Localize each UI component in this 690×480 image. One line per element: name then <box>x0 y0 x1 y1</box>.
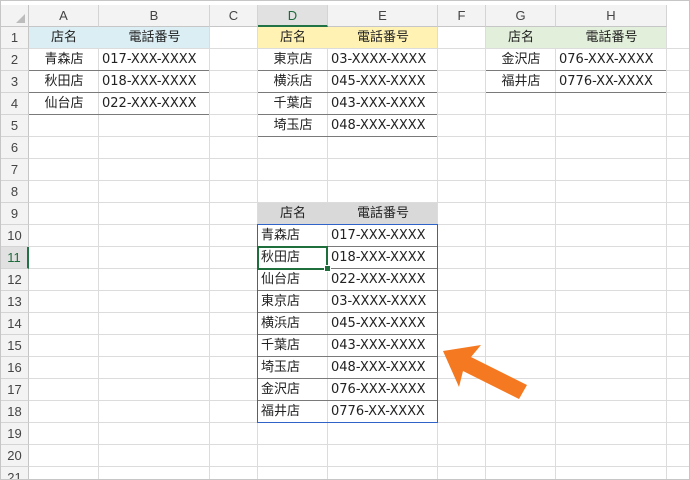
table_merged-header-cell: 電話番号 <box>356 206 409 221</box>
row-header-6[interactable]: 6 <box>1 137 29 159</box>
table_yellow-phone-cell: 03-XXXX-XXXX <box>331 52 427 67</box>
row-header-5[interactable]: 5 <box>1 115 29 137</box>
row-header-14[interactable]: 14 <box>1 313 29 335</box>
gridline <box>29 180 689 181</box>
table_blue-phone-cell: 022-XXX-XXXX <box>102 96 197 111</box>
row-header-1[interactable]: 1 <box>1 27 29 49</box>
row-header-18[interactable]: 18 <box>1 401 29 423</box>
table-rule <box>486 92 666 93</box>
table_yellow-header-cell: 電話番号 <box>356 30 409 45</box>
gridline <box>555 27 556 479</box>
table_yellow-store-cell: 埼玉店 <box>273 118 313 133</box>
gridline <box>29 158 689 159</box>
fill-handle[interactable] <box>324 265 331 272</box>
row-header-12[interactable]: 12 <box>1 269 29 291</box>
gridline <box>29 466 689 467</box>
table_green-header-cell: 電話番号 <box>585 30 638 45</box>
table_yellow-phone-cell: 043-XXX-XXXX <box>331 96 426 111</box>
table_yellow-store-cell: 千葉店 <box>273 96 313 111</box>
table_green-phone-cell: 0776-XX-XXXX <box>559 74 653 89</box>
gridline <box>666 27 667 479</box>
row-header-3[interactable]: 3 <box>1 71 29 93</box>
table_yellow-store-cell: 東京店 <box>273 52 313 67</box>
table-rule <box>258 136 437 137</box>
column-header-d[interactable]: D <box>258 5 328 27</box>
active-cell[interactable] <box>257 246 328 270</box>
column-header-c[interactable]: C <box>210 5 258 27</box>
row-header-11[interactable]: 11 <box>1 247 29 269</box>
table_yellow-header-cell: 店名 <box>279 30 306 45</box>
table_green-store-cell: 金沢店 <box>501 52 541 67</box>
table_blue-header-cell: 店名 <box>50 30 77 45</box>
table_green-header-cell: 店名 <box>507 30 534 45</box>
table_blue-store-cell: 青森店 <box>44 52 84 67</box>
row-header-13[interactable]: 13 <box>1 291 29 313</box>
table_blue-phone-cell: 018-XXX-XXXX <box>102 74 197 89</box>
table_green-store-cell: 福井店 <box>501 74 541 89</box>
row-header-10[interactable]: 10 <box>1 225 29 247</box>
table_green-phone-cell: 076-XXX-XXXX <box>559 52 654 67</box>
row-header-4[interactable]: 4 <box>1 93 29 115</box>
column-header-a[interactable]: A <box>29 5 99 27</box>
column-header-e[interactable]: E <box>328 5 438 27</box>
gridline <box>29 444 689 445</box>
row-header-21[interactable]: 21 <box>1 467 29 479</box>
row-header-9[interactable]: 9 <box>1 203 29 225</box>
table-rule <box>29 114 209 115</box>
select-all-corner[interactable] <box>1 5 29 27</box>
row-header-19[interactable]: 19 <box>1 423 29 445</box>
row-header-8[interactable]: 8 <box>1 181 29 203</box>
table_yellow-phone-cell: 048-XXX-XXXX <box>331 118 426 133</box>
row-header-17[interactable]: 17 <box>1 379 29 401</box>
table_yellow-store-cell: 横浜店 <box>273 74 313 89</box>
table_merged-header-cell: 店名 <box>279 206 306 221</box>
table_blue-phone-cell: 017-XXX-XXXX <box>102 52 197 67</box>
row-header-16[interactable]: 16 <box>1 357 29 379</box>
column-header-h[interactable]: H <box>556 5 667 27</box>
column-header-b[interactable]: B <box>99 5 210 27</box>
row-header-20[interactable]: 20 <box>1 445 29 467</box>
column-header-g[interactable]: G <box>486 5 556 27</box>
arrow-icon <box>443 345 527 399</box>
row-header-15[interactable]: 15 <box>1 335 29 357</box>
gridline <box>485 27 486 479</box>
table_yellow-phone-cell: 045-XXX-XXXX <box>331 74 426 89</box>
table_blue-header-cell: 電話番号 <box>128 30 181 45</box>
table_blue-store-cell: 仙台店 <box>44 96 84 111</box>
row-header-2[interactable]: 2 <box>1 49 29 71</box>
column-header-f[interactable]: F <box>438 5 486 27</box>
table_blue-store-cell: 秋田店 <box>44 74 84 89</box>
spreadsheet[interactable]: ABCDEFGH 1 2 3 4 5 6 7 8 9 10 11 12 13 14 15 16 17 18 19 20… <box>0 0 690 480</box>
row-header-7[interactable]: 7 <box>1 159 29 181</box>
